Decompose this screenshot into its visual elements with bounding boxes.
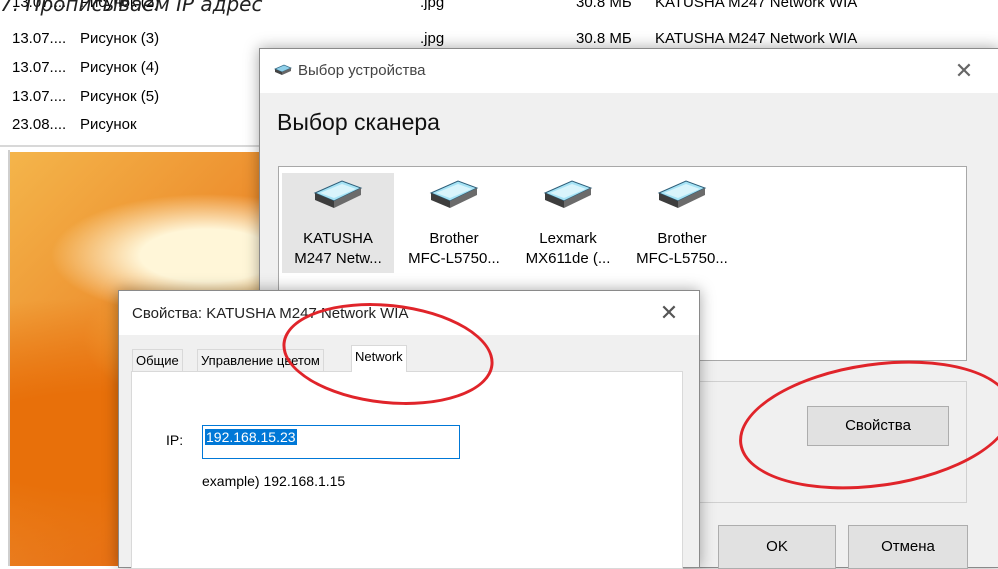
device-model: M247 Netw... (294, 250, 382, 267)
list-item[interactable]: 13.07.... Рисунок (3) .jpg 30.8 МБ KATUS… (0, 28, 998, 50)
device-name: Brother (429, 230, 479, 247)
dialog-title: Выбор устройства (298, 62, 426, 79)
device-name: Lexmark (539, 230, 597, 247)
device-item[interactable]: Lexmark MX611de (... (512, 173, 624, 273)
device-label: KATUSHA M247 Netw... (282, 229, 394, 269)
scanner-icon (657, 180, 707, 208)
file-size: 30.8 МБ (576, 30, 632, 47)
scanner-icon (543, 180, 593, 208)
scanner-icon (313, 180, 363, 208)
file-name: Рисунок (5) (80, 88, 160, 105)
device-model: MX611de (... (525, 250, 611, 267)
file-type: .jpg (420, 30, 445, 47)
close-icon[interactable]: ✕ (952, 59, 976, 83)
file-device: KATUSHA M247 Network WIA (655, 30, 858, 47)
page-title: Выбор сканера (277, 109, 440, 135)
ip-label: IP: (166, 432, 184, 448)
file-name: Рисунок (4) (80, 59, 160, 76)
ok-button[interactable]: OK (718, 525, 836, 569)
file-name: Рисунок (3) (80, 30, 160, 47)
cancel-button[interactable]: Отмена (848, 525, 968, 569)
file-name: Рисунок (80, 116, 137, 133)
ip-input[interactable]: 192.168.15.23 (202, 425, 460, 459)
file-type: .jpg (420, 0, 445, 11)
device-item[interactable]: KATUSHA M247 Netw... (282, 173, 394, 273)
device-name: KATUSHA (303, 230, 373, 247)
device-model: MFC-L5750... (408, 250, 500, 267)
instruction-caption: 7. Прописываем IP адрес (0, 0, 263, 16)
file-date: 13.07.... (12, 88, 67, 105)
file-device: KATUSHA M247 Network WIA (655, 0, 858, 11)
scanner-icon (429, 180, 479, 208)
device-label: Lexmark MX611de (... (512, 229, 624, 269)
device-label: Brother MFC-L5750... (398, 229, 510, 269)
device-item[interactable]: Brother MFC-L5750... (626, 173, 738, 273)
device-model: MFC-L5750... (636, 250, 728, 267)
file-date: 13.07.... (12, 59, 67, 76)
dialog-titlebar: Выбор устройства ✕ (260, 49, 998, 93)
file-size: 30.8 МБ (576, 0, 632, 11)
device-item[interactable]: Brother MFC-L5750... (398, 173, 510, 273)
close-icon[interactable]: ✕ (657, 301, 681, 325)
ip-example-hint: example) 192.168.1.15 (202, 473, 346, 489)
file-date: 23.08.... (12, 116, 67, 133)
tab-general[interactable]: Общие (132, 349, 183, 372)
ip-value: 192.168.15.23 (205, 429, 297, 445)
file-date: 13.07.... (12, 30, 67, 47)
device-label: Brother MFC-L5750... (626, 229, 738, 269)
scanner-icon (274, 64, 292, 75)
tab-network[interactable]: Network (351, 345, 407, 372)
device-name: Brother (657, 230, 707, 247)
